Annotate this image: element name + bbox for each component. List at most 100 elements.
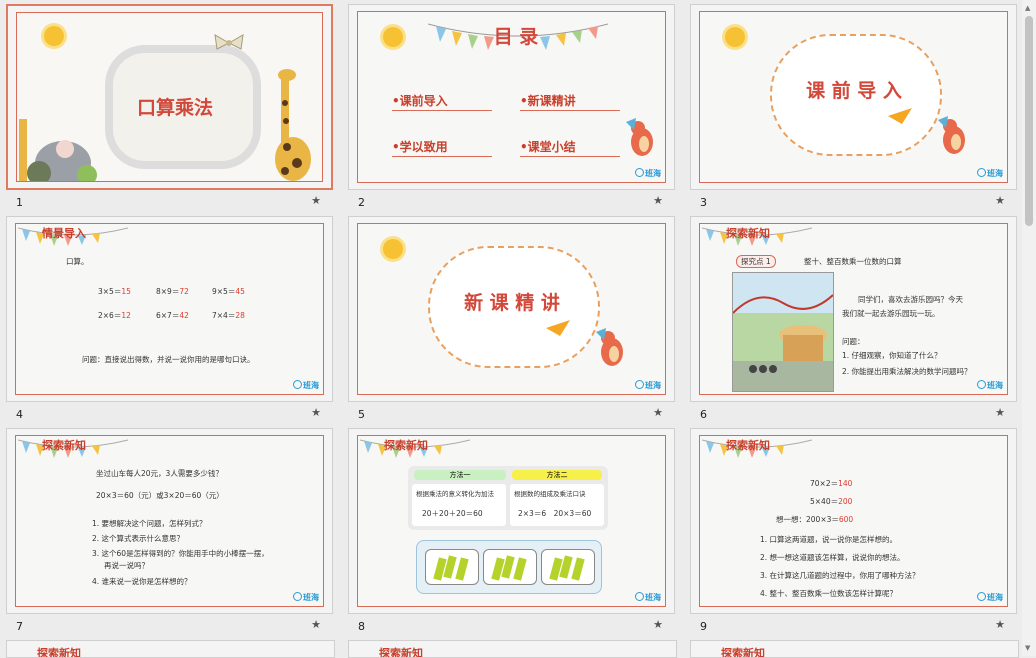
question-heading: 问题： — [842, 337, 865, 346]
section-title: 探索新知 — [384, 439, 428, 452]
equation-text: 20×3＝60（元）或3×20＝60（元） — [96, 491, 224, 500]
animals-illustration — [17, 109, 109, 181]
equation: 70×2＝140 — [810, 479, 853, 488]
problem: 6×7＝42 — [156, 311, 189, 320]
slide-number: 1 — [16, 196, 23, 209]
section-heading: 课 前 导 入 — [806, 80, 902, 102]
slide-4[interactable]: 情景导入 口算。 3×5＝15 8×9＝72 9×5＝45 2×6＝12 6×7… — [6, 216, 333, 428]
slide-6[interactable]: 探索新知 探究点 1 整十、整百数乘一位数的口算 同学们，喜欢去游乐园吗？今天 … — [690, 216, 1017, 428]
question-item: 2. 想一想这道题该怎样算，说说你的想法。 — [760, 553, 905, 562]
slide-2[interactable]: 目 录 •课前导入 •新课精讲 •学以致用 •课堂小结 班海 2 ★ — [348, 4, 675, 216]
question-item: 1. 口算这两道题，说一说你是怎样想的。 — [760, 535, 898, 544]
section-heading: 新 课 精 讲 — [464, 292, 560, 314]
star-icon[interactable]: ★ — [311, 618, 321, 631]
scroll-down-arrow-icon[interactable]: ▼ — [1025, 644, 1030, 652]
method-2-equation: 2×3＝6 20×3＝60 — [518, 509, 592, 518]
scroll-up-arrow-icon[interactable]: ▲ — [1025, 4, 1030, 12]
equation: 5×40＝200 — [810, 497, 853, 506]
section-title: 探索新知 — [726, 439, 770, 452]
problem: 7×4＝28 — [212, 311, 245, 320]
question-item: 再说一说吗？ — [104, 561, 149, 570]
star-icon[interactable]: ★ — [995, 194, 1005, 207]
slide-12-partial[interactable]: 探索新知 — [690, 640, 1019, 658]
question-item: 4. 谁来说一说你是怎样想的？ — [92, 577, 192, 586]
slide-number: 3 — [700, 196, 707, 209]
slide-number: 4 — [16, 408, 23, 421]
section-title: 探索新知 — [37, 647, 81, 658]
star-icon[interactable]: ★ — [653, 618, 663, 631]
instruction-text: 口算。 — [66, 257, 89, 266]
slide-thumbnail[interactable]: 口算乘法 — [6, 4, 333, 190]
paper-plane-icon — [888, 108, 912, 124]
slide-3[interactable]: 课 前 导 入 班海 3 ★ — [690, 4, 1017, 216]
section-title: 探索新知 — [379, 647, 423, 658]
explore-tag: 探究点 1 — [736, 255, 776, 268]
amusement-park-image — [732, 272, 834, 392]
question-item: 2. 这个算式表示什么意思？ — [92, 534, 185, 543]
slide-7[interactable]: 探索新知 坐过山车每人20元，3人需要多少钱？ 20×3＝60（元）或3×20＝… — [6, 428, 333, 640]
dinosaur-icon — [624, 116, 660, 160]
slide-8[interactable]: 探索新知 方法一 方法二 根据乘法的意义转化为加法 20＋20＋20＝60 根据… — [348, 428, 675, 640]
slide-thumbnail[interactable]: 探索新知 探究点 1 整十、整百数乘一位数的口算 同学们，喜欢去游乐园吗？今天 … — [690, 216, 1017, 402]
slide-number: 6 — [700, 408, 707, 421]
toc-item[interactable]: •课前导入 — [392, 92, 492, 111]
method-1-desc: 根据乘法的意义转化为加法 — [416, 490, 494, 498]
slide-thumbnail[interactable]: 新 课 精 讲 班海 — [348, 216, 675, 402]
section-title: 探索新知 — [721, 647, 765, 658]
problem: 8×9＝72 — [156, 287, 189, 296]
slide-thumbnail[interactable]: 课 前 导 入 班海 — [690, 4, 1017, 190]
section-title: 探索新知 — [42, 439, 86, 452]
star-icon[interactable]: ★ — [653, 194, 663, 207]
sticks-bundle-icon — [541, 549, 595, 585]
slide-thumbnail[interactable]: 目 录 •课前导入 •新课精讲 •学以致用 •课堂小结 班海 — [348, 4, 675, 190]
giraffe-icon — [253, 59, 313, 181]
problem: 3×5＝15 — [98, 287, 131, 296]
brand-logo: 班海 — [977, 168, 1003, 179]
slide-title: 口算乘法 — [136, 97, 213, 119]
story-text: 同学们，喜欢去游乐园吗？今天 — [858, 295, 963, 304]
slide-1[interactable]: 口算乘法 1 ★ — [6, 4, 333, 216]
sticks-bundle-icon — [483, 549, 537, 585]
question-item: 2. 你能提出用乘法解决的数学问题吗？ — [842, 367, 972, 376]
sticks-bundle-icon — [425, 549, 479, 585]
brand-logo: 班海 — [635, 380, 661, 391]
slide-thumbnail[interactable]: 探索新知 方法一 方法二 根据乘法的意义转化为加法 20＋20＋20＝60 根据… — [348, 428, 675, 614]
star-icon[interactable]: ★ — [995, 618, 1005, 631]
section-title: 情景导入 — [42, 227, 86, 240]
slide-number: 9 — [700, 620, 707, 633]
star-icon[interactable]: ★ — [995, 406, 1005, 419]
question-item: 3. 在计算这几道题的过程中，你用了哪种方法？ — [760, 571, 920, 580]
problem-text: 坐过山车每人20元，3人需要多少钱？ — [96, 469, 223, 478]
star-icon[interactable]: ★ — [653, 406, 663, 419]
sun-icon — [376, 232, 410, 266]
slide-thumbnail[interactable]: 情景导入 口算。 3×5＝15 8×9＝72 9×5＝45 2×6＝12 6×7… — [6, 216, 333, 402]
sun-icon — [37, 19, 71, 53]
slide-5[interactable]: 新 课 精 讲 班海 5 ★ — [348, 216, 675, 428]
vertical-scrollbar[interactable]: ▲ ▼ — [1022, 0, 1036, 656]
slide-thumbnail[interactable]: 探索新知 70×2＝140 5×40＝200 想一想：200×3＝600 1. … — [690, 428, 1017, 614]
slide-number: 5 — [358, 408, 365, 421]
topic-text: 整十、整百数乘一位数的口算 — [804, 257, 902, 266]
slide-sorter-grid: 口算乘法 1 ★ 目 录 •课前导入 •新课精讲 •学以致用 •课堂小结 班海 … — [0, 0, 1020, 658]
slide-9[interactable]: 探索新知 70×2＝140 5×40＝200 想一想：200×3＝600 1. … — [690, 428, 1017, 640]
scrollbar-thumb[interactable] — [1025, 16, 1033, 226]
slide-thumbnail[interactable]: 探索新知 坐过山车每人20元，3人需要多少钱？ 20×3＝60（元）或3×20＝… — [6, 428, 333, 614]
brand-logo: 班海 — [293, 380, 319, 391]
slide-10-partial[interactable]: 探索新知 — [6, 640, 335, 658]
toc-item[interactable]: •学以致用 — [392, 138, 492, 157]
slide-number: 8 — [358, 620, 365, 633]
question-text: 问题：直接说出得数，并说一说你用的是哪句口诀。 — [82, 355, 255, 364]
slide-11-partial[interactable]: 探索新知 — [348, 640, 677, 658]
toc-item[interactable]: •新课精讲 — [520, 92, 620, 111]
toc-item[interactable]: •课堂小结 — [520, 138, 620, 157]
star-icon[interactable]: ★ — [311, 194, 321, 207]
brand-logo: 班海 — [977, 380, 1003, 391]
question-item: 4. 整十、整百数乘一位数该怎样计算呢？ — [760, 589, 898, 598]
story-text: 我们就一起去游乐园玩一玩。 — [842, 309, 940, 318]
brand-logo: 班海 — [635, 592, 661, 603]
slide-number: 2 — [358, 196, 365, 209]
method-2-label: 方法二 — [512, 470, 602, 480]
brand-logo: 班海 — [293, 592, 319, 603]
section-title: 探索新知 — [726, 227, 770, 240]
star-icon[interactable]: ★ — [311, 406, 321, 419]
